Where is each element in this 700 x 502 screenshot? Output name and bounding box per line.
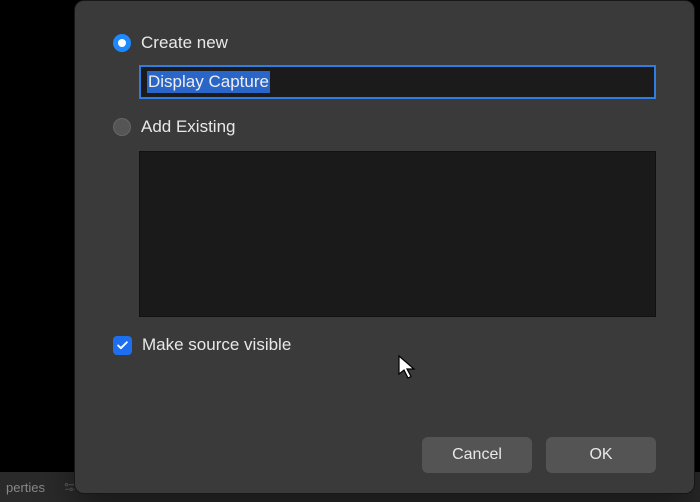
- properties-truncated-label: perties: [6, 480, 45, 495]
- add-existing-label: Add Existing: [141, 117, 236, 137]
- existing-sources-list[interactable]: [139, 151, 656, 317]
- create-new-radio-row[interactable]: Create new: [113, 33, 656, 53]
- make-visible-row[interactable]: Make source visible: [113, 335, 656, 355]
- create-new-radio[interactable]: [113, 34, 131, 52]
- add-existing-radio[interactable]: [113, 118, 131, 136]
- dialog-button-row: Cancel OK: [113, 419, 656, 473]
- ok-button[interactable]: OK: [546, 437, 656, 473]
- make-visible-label: Make source visible: [142, 335, 291, 355]
- add-existing-radio-row[interactable]: Add Existing: [113, 117, 656, 137]
- source-name-input[interactable]: Display Capture: [139, 65, 656, 99]
- source-name-input-value[interactable]: Display Capture: [147, 71, 270, 93]
- create-source-dialog: Create new Display Capture Add Existing …: [74, 0, 695, 494]
- check-icon: [116, 339, 129, 352]
- make-visible-checkbox[interactable]: [113, 336, 132, 355]
- cancel-button[interactable]: Cancel: [422, 437, 532, 473]
- create-new-label: Create new: [141, 33, 228, 53]
